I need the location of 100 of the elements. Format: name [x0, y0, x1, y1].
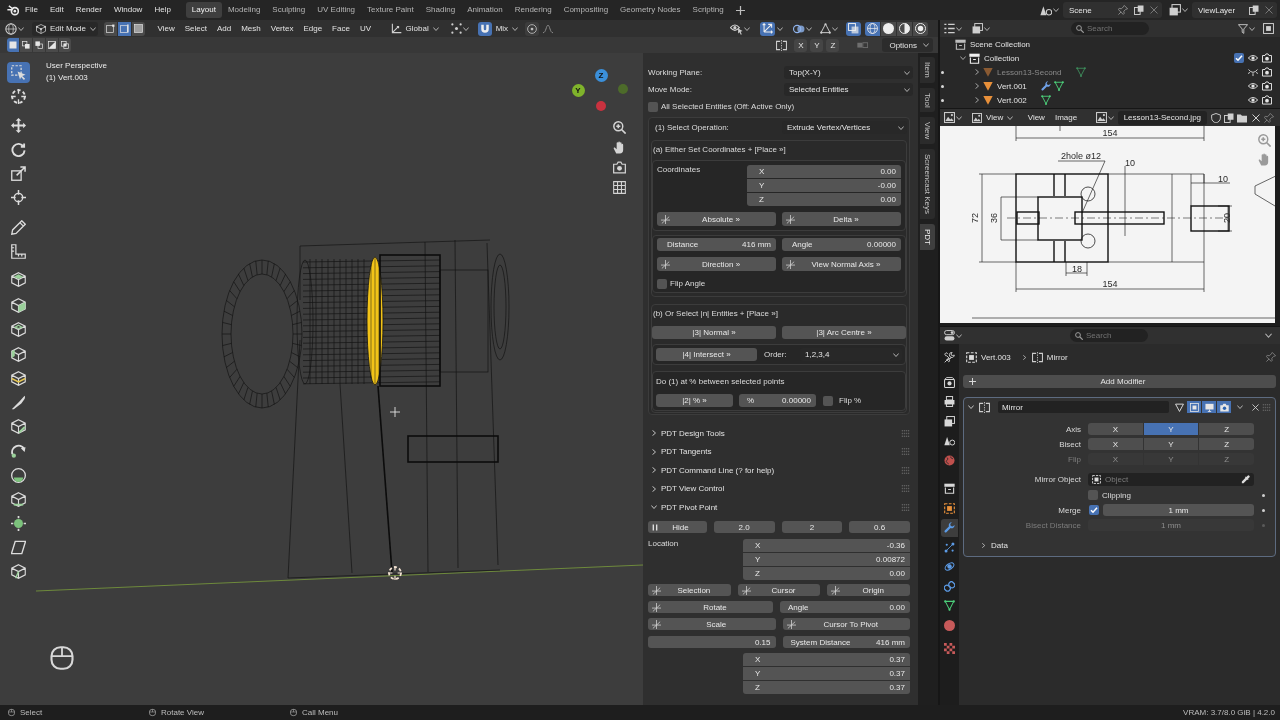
- selection-mode-button[interactable]: [7, 38, 19, 52]
- coordinate-field[interactable]: Z 0.00: [747, 193, 901, 206]
- viewport-toggle[interactable]: [1202, 401, 1216, 413]
- location-field[interactable]: X -0.36: [743, 539, 910, 552]
- dot-icon[interactable]: [941, 98, 944, 102]
- hide-button[interactable]: Hide: [648, 521, 707, 533]
- axis-toggle[interactable]: Z: [1199, 423, 1254, 435]
- panel-header[interactable]: PDT Design Tools: [648, 424, 913, 443]
- eye-arrow-icon[interactable]: [730, 22, 743, 35]
- camera-icon[interactable]: [1262, 81, 1272, 91]
- outliner-item-name[interactable]: Vert.001: [997, 81, 1027, 91]
- eye-icon[interactable]: [1248, 53, 1258, 63]
- selection-mode-button[interactable]: [20, 38, 32, 52]
- workspace-tab[interactable]: Modeling: [221, 2, 267, 18]
- menu-item[interactable]: Window: [107, 2, 149, 18]
- number-field[interactable]: 2.0: [713, 521, 775, 533]
- scale-button[interactable]: Scale: [648, 618, 776, 630]
- workspace-tab[interactable]: Animation: [461, 2, 509, 18]
- proportional-toggle[interactable]: [525, 21, 540, 36]
- workspace-tab[interactable]: Texture Paint: [361, 2, 420, 18]
- menu-item[interactable]: Face: [327, 24, 355, 33]
- outliner-item-name[interactable]: Scene Collection: [970, 39, 1031, 49]
- percent-button[interactable]: |2| % »: [656, 394, 733, 407]
- gizmo-toggle[interactable]: [760, 21, 775, 36]
- menu-item[interactable]: Image: [1050, 113, 1082, 122]
- xray-toggle[interactable]: [846, 21, 861, 36]
- select-entities-button[interactable]: |3| Arc Centre »: [782, 326, 906, 339]
- cube-plus-icon[interactable]: [10, 272, 26, 287]
- axis-toggle[interactable]: Y: [1143, 438, 1199, 450]
- menu-item[interactable]: Vertex: [266, 24, 298, 33]
- scale-field[interactable]: Y 0.37: [743, 667, 910, 680]
- edit-mode-toggle[interactable]: [1187, 401, 1201, 413]
- menu-item[interactable]: View: [1023, 113, 1050, 122]
- camera-icon[interactable]: [1262, 67, 1272, 77]
- selection-mode-button[interactable]: [33, 38, 45, 52]
- panel-header[interactable]: PDT Tangents: [648, 442, 913, 461]
- camera-icon[interactable]: [1262, 53, 1272, 63]
- axis-handle[interactable]: Z: [594, 68, 608, 82]
- options-dropdown[interactable]: Options: [882, 38, 933, 52]
- outliner-item-name[interactable]: Collection: [984, 53, 1020, 63]
- menu-item[interactable]: Edit: [43, 2, 70, 18]
- snap-toggle[interactable]: [477, 21, 492, 36]
- coordinate-field[interactable]: Y -0.00: [747, 179, 901, 192]
- material-shading-button[interactable]: [897, 21, 912, 36]
- sidebar-tab[interactable]: View: [920, 117, 935, 145]
- square-diagonal-arrow-icon[interactable]: [10, 166, 26, 182]
- images-icon[interactable]: [972, 23, 983, 34]
- axis-dot-icon[interactable]: [596, 101, 606, 111]
- workspace-tab[interactable]: Scripting: [686, 2, 730, 18]
- axis-handle[interactable]: Y: [571, 83, 585, 97]
- half-sphere-icon[interactable]: [10, 467, 26, 483]
- image-name-field[interactable]: Lesson13-Second.jpg: [1117, 110, 1208, 125]
- workspace-tab[interactable]: Shading: [419, 2, 462, 18]
- workspace-tab[interactable]: Sculpting: [266, 2, 312, 18]
- outliner-item-name[interactable]: Lesson13-Second: [997, 67, 1062, 77]
- distance-field[interactable]: Distance 416 mm: [657, 238, 776, 251]
- pin-icon[interactable]: [1266, 352, 1276, 362]
- selection-mode-button[interactable]: [59, 38, 71, 52]
- sidebar-tab[interactable]: Screencast Keys: [920, 149, 935, 220]
- mirror-object-field[interactable]: Object: [1088, 473, 1254, 486]
- panel-header[interactable]: PDT Pivot Point: [648, 498, 913, 517]
- ruler-icon[interactable]: [10, 243, 26, 259]
- vertex-select-button[interactable]: [104, 21, 117, 36]
- menu-item[interactable]: Mesh: [236, 24, 266, 33]
- direction-button[interactable]: View Normal Axis »: [782, 257, 901, 271]
- folder-icon[interactable]: [1237, 112, 1248, 123]
- location-field[interactable]: Y 0.00872: [743, 553, 910, 566]
- list-icon[interactable]: [944, 23, 955, 34]
- hand-icon[interactable]: [613, 141, 626, 154]
- triangle-toggle[interactable]: [1172, 401, 1186, 413]
- merge-distance-field[interactable]: 1 mm: [1103, 504, 1254, 516]
- dot-icon[interactable]: [1261, 508, 1265, 512]
- direction-button[interactable]: Direction »: [657, 257, 776, 271]
- blender-logo-icon[interactable]: [7, 4, 19, 16]
- parallelogram-icon[interactable]: [10, 540, 26, 556]
- dot-icon[interactable]: [941, 84, 944, 88]
- angle-field[interactable]: Angle 0.00000: [782, 238, 901, 251]
- workspace-tab[interactable]: Compositing: [557, 2, 615, 18]
- cube-slide-icon[interactable]: [10, 491, 26, 507]
- plus-icon[interactable]: [735, 5, 745, 15]
- arc-arrow-icon[interactable]: [10, 443, 26, 459]
- panel-header[interactable]: PDT Command Line (? for help): [648, 461, 913, 480]
- cursor-to-pivot-button[interactable]: Cursor To Pivot: [782, 618, 910, 630]
- search-field[interactable]: Search: [1071, 22, 1149, 35]
- camera-icon[interactable]: [1262, 95, 1272, 105]
- workspace-tab[interactable]: Geometry Nodes: [614, 2, 687, 18]
- chevron-down-icon[interactable]: [960, 55, 966, 61]
- rendered-shading-button[interactable]: [913, 21, 928, 36]
- menu-item[interactable]: Render: [69, 2, 108, 18]
- axes-globe-icon[interactable]: [5, 22, 17, 35]
- coordinate-field[interactable]: X 0.00: [747, 165, 901, 178]
- pivot-dots-icon[interactable]: [450, 23, 462, 34]
- percent-field[interactable]: % 0.00000: [739, 394, 816, 407]
- copy-icon[interactable]: [1134, 5, 1144, 15]
- sphere-arrows-icon[interactable]: [10, 515, 26, 531]
- select-entities-button[interactable]: |3| Normal »: [652, 326, 776, 339]
- caret-icon[interactable]: [1265, 332, 1272, 339]
- dot-icon[interactable]: [941, 70, 944, 74]
- pivot-button[interactable]: Cursor: [737, 584, 821, 596]
- view-layer-field[interactable]: ViewLayer: [1192, 2, 1277, 18]
